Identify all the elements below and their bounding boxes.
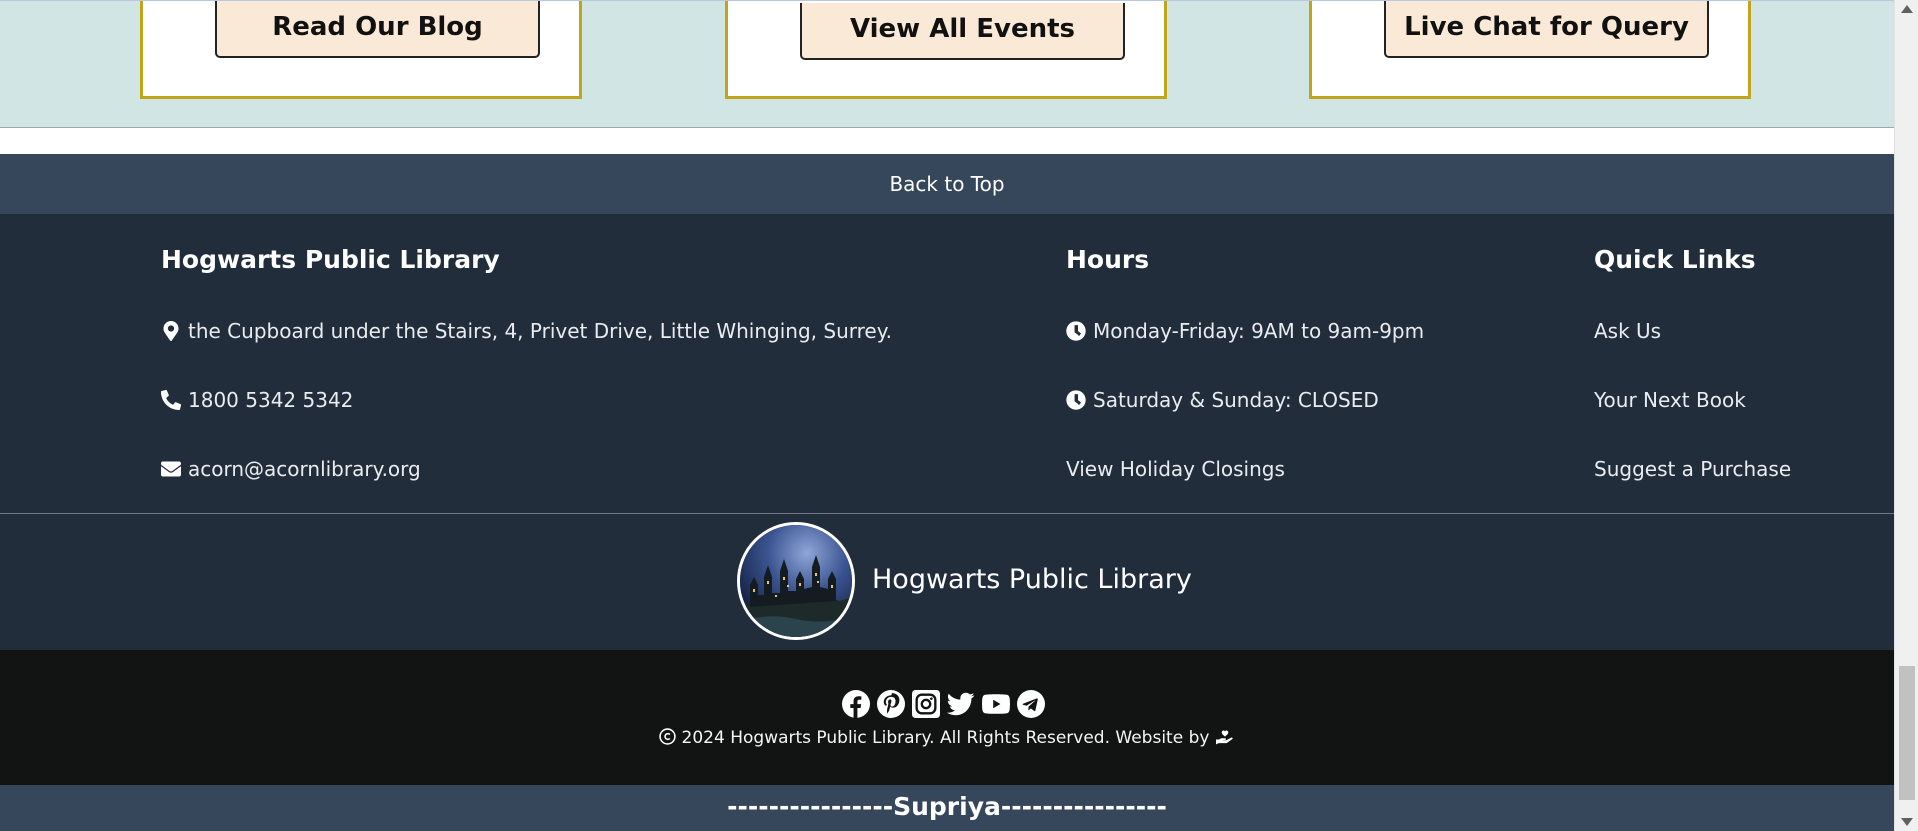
scroll-up-arrow-icon[interactable] [1895,0,1918,18]
live-chat-button[interactable]: Live Chat for Query [1384,1,1709,58]
events-card: View All Events [725,1,1167,99]
chat-card: Live Chat for Query [1309,1,1751,99]
author-signature: ----------------Supriya---------------- [0,785,1894,831]
action-cards-section: Read Our Blog View All Events Live Chat … [0,0,1894,128]
suggest-purchase-link[interactable]: Suggest a Purchase [1594,457,1791,481]
clock-icon [1066,321,1086,341]
library-heading: Hogwarts Public Library [161,245,500,274]
hours-heading: Hours [1066,245,1150,274]
copyright-icon [659,728,676,745]
scroll-down-arrow-icon[interactable] [1895,813,1918,831]
castle-image [740,525,852,637]
social-section: 2024 Hogwarts Public Library. All Rights… [0,650,1894,785]
view-events-button[interactable]: View All Events [800,3,1125,60]
holiday-closings-link[interactable]: View Holiday Closings [1066,457,1285,481]
weekday-hours-text: Monday-Friday: 9AM to 9am-9pm [1093,319,1425,343]
hand-heart-icon [1215,730,1233,745]
castle-logo [737,522,855,640]
map-pin-icon [163,321,179,341]
phone-text: 1800 5342 5342 [188,388,354,412]
address-text: the Cupboard under the Stairs, 4, Privet… [188,319,893,343]
envelope-icon [161,461,181,477]
ask-us-link[interactable]: Ask Us [1594,319,1661,343]
pinterest-icon[interactable] [877,690,905,718]
blog-card: Read Our Blog [140,1,582,99]
phone-item: 1800 5342 5342 [161,388,353,412]
email-item: acorn@acornlibrary.org [161,457,421,481]
brand-name: Hogwarts Public Library [872,564,1192,595]
scrollbar-thumb[interactable] [1899,666,1915,800]
weekend-hours-text: Saturday & Sunday: CLOSED [1093,388,1379,412]
instagram-icon[interactable] [912,690,940,718]
library-column: Hogwarts Public Library [161,244,500,284]
footer-info: Hogwarts Public Library the Cupboard und… [0,214,1894,514]
quick-links-heading: Quick Links [1594,245,1756,274]
weekday-hours-item: Monday-Friday: 9AM to 9am-9pm [1066,319,1424,343]
next-book-link[interactable]: Your Next Book [1594,388,1746,412]
phone-icon [161,390,181,410]
weekend-hours-item: Saturday & Sunday: CLOSED [1066,388,1379,412]
youtube-icon[interactable] [982,690,1010,718]
section-gap [0,128,1894,154]
copyright-line: 2024 Hogwarts Public Library. All Rights… [0,728,1894,748]
vertical-scrollbar[interactable] [1894,0,1918,831]
address-item: the Cupboard under the Stairs, 4, Privet… [161,319,892,343]
page: Read Our Blog View All Events Live Chat … [0,0,1894,831]
clock-icon [1066,390,1086,410]
back-to-top-button[interactable]: Back to Top [0,154,1894,214]
copyright-text: 2024 Hogwarts Public Library. All Rights… [681,728,1210,748]
social-icons [842,690,1045,718]
hours-column: Hours [1066,244,1149,284]
telegram-icon[interactable] [1017,690,1045,718]
quick-links-column: Quick Links [1594,244,1756,284]
brand-row: Hogwarts Public Library [0,514,1894,650]
email-link[interactable]: acorn@acornlibrary.org [188,457,421,481]
facebook-icon[interactable] [842,690,870,718]
twitter-icon[interactable] [947,690,975,718]
read-blog-button[interactable]: Read Our Blog [215,1,540,58]
